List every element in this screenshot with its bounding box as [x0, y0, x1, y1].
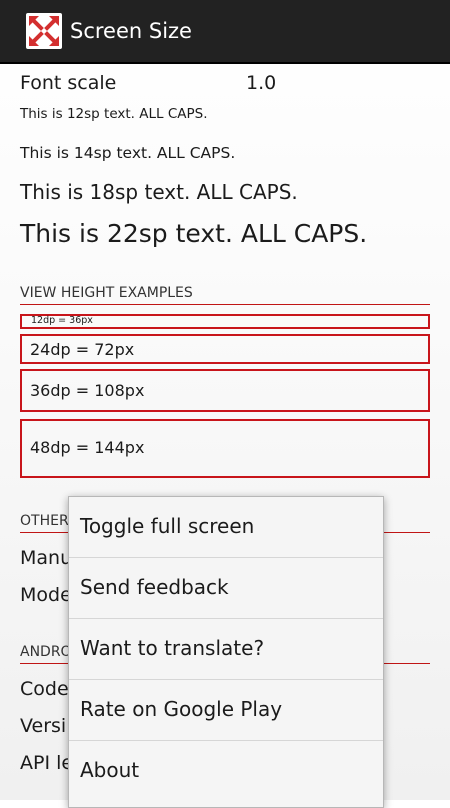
font-scale-label: Font scale	[20, 72, 117, 94]
action-bar: Screen Size	[0, 0, 450, 64]
view-height-label: 24dp = 72px	[30, 340, 135, 359]
text-sample-14sp: This is 14sp text. ALL CAPS.	[20, 144, 236, 162]
font-scale-value: 1.0	[246, 72, 277, 94]
view-height-box-48dp: 48dp = 144px	[20, 419, 430, 478]
menu-item-send-feedback[interactable]: Send feedback	[69, 558, 383, 619]
text-sample-18sp: This is 18sp text. ALL CAPS.	[20, 180, 298, 204]
menu-item-label: Send feedback	[80, 575, 229, 599]
menu-item-toggle-full-screen[interactable]: Toggle full screen	[69, 497, 383, 558]
menu-item-label: Toggle full screen	[80, 514, 255, 538]
menu-item-want-to-translate[interactable]: Want to translate?	[69, 619, 383, 680]
row-model: Mode	[20, 584, 72, 606]
text-sample-12sp: This is 12sp text. ALL CAPS.	[20, 106, 208, 122]
overflow-menu: Toggle full screen Send feedback Want to…	[68, 496, 384, 808]
menu-item-rate-on-google-play[interactable]: Rate on Google Play	[69, 680, 383, 741]
menu-item-label: About	[80, 758, 140, 782]
expand-arrows-icon[interactable]	[26, 13, 62, 49]
menu-item-about[interactable]: About	[69, 741, 383, 801]
view-height-label: 12dp = 36px	[31, 315, 93, 326]
view-height-box-12dp: 12dp = 36px	[20, 314, 430, 329]
row-version: Versi	[20, 715, 67, 737]
view-height-label: 36dp = 108px	[30, 381, 145, 400]
menu-item-label: Want to translate?	[80, 636, 265, 660]
app-title: Screen Size	[70, 19, 192, 43]
menu-item-label: Rate on Google Play	[80, 697, 283, 721]
row-api-level: API le	[20, 752, 74, 774]
row-codename: Code	[20, 678, 69, 700]
section-header-view-height: VIEW HEIGHT EXAMPLES	[20, 285, 430, 305]
view-height-label: 48dp = 144px	[30, 438, 145, 457]
view-height-box-36dp: 36dp = 108px	[20, 369, 430, 412]
view-height-box-24dp: 24dp = 72px	[20, 334, 430, 364]
text-sample-22sp: This is 22sp text. ALL CAPS.	[20, 219, 368, 248]
row-manufacturer: Manu	[20, 547, 73, 569]
